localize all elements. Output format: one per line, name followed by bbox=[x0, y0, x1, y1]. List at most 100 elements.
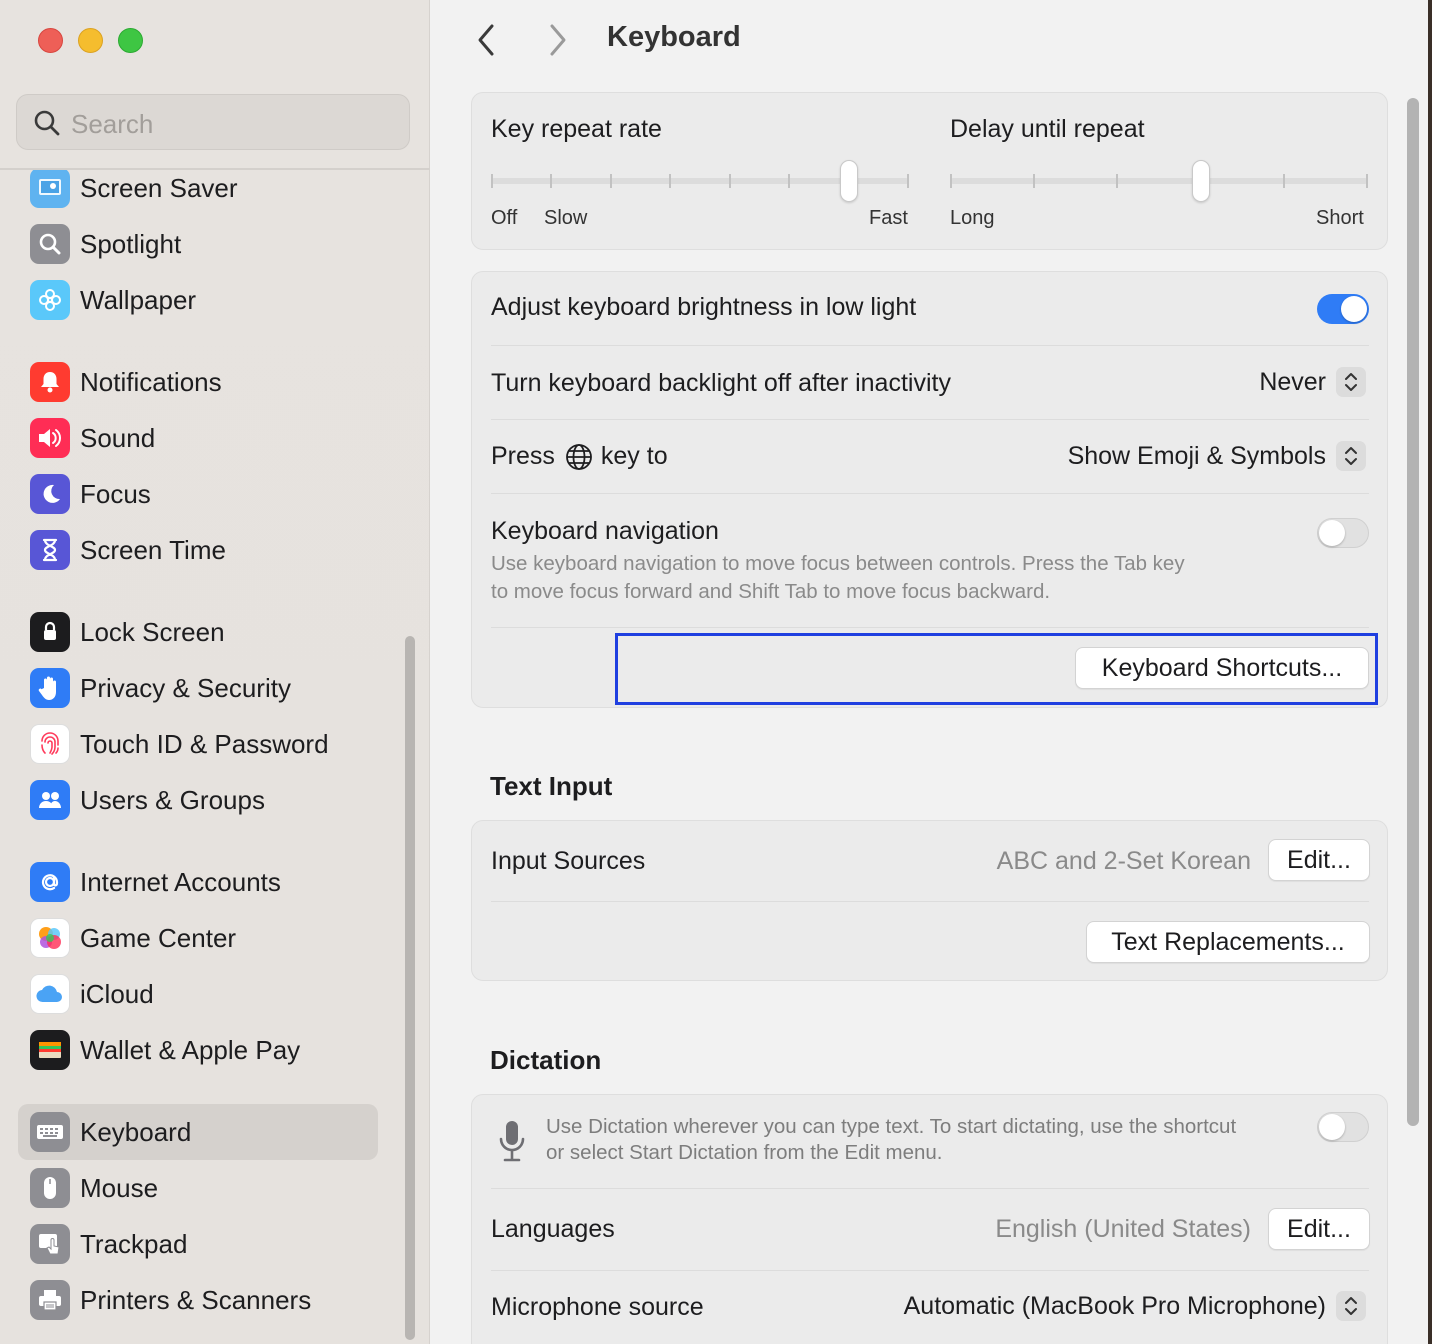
sidebar-item-screen-saver[interactable]: Screen Saver bbox=[18, 170, 378, 216]
up-down-chevron-icon bbox=[1336, 367, 1366, 397]
lock-screen-icon bbox=[30, 612, 70, 652]
game-center-icon bbox=[30, 918, 70, 958]
users-icon bbox=[30, 780, 70, 820]
key-repeat-group: Key repeat rate Off Slow Fast Delay unti… bbox=[471, 92, 1388, 250]
sidebar-item-notifications[interactable]: Notifications bbox=[18, 354, 378, 410]
main-scrollbar[interactable] bbox=[1407, 98, 1419, 1126]
sidebar-item-users-groups[interactable]: Users & Groups bbox=[18, 772, 378, 828]
delay-repeat-slider[interactable] bbox=[950, 160, 1368, 213]
key-repeat-tick bbox=[907, 174, 909, 188]
sidebar-item-spotlight[interactable]: Spotlight bbox=[18, 216, 378, 272]
screen-saver-icon bbox=[30, 170, 70, 208]
key-repeat-slow-label: Slow bbox=[544, 207, 588, 229]
languages-edit-button[interactable]: Edit... bbox=[1268, 1208, 1370, 1250]
microphone-source-popup[interactable]: Automatic (MacBook Pro Microphone) bbox=[904, 1291, 1366, 1321]
focus-icon bbox=[30, 474, 70, 514]
search-field[interactable]: Search bbox=[16, 94, 410, 150]
delay-repeat-tick bbox=[950, 174, 952, 188]
row-separator bbox=[491, 493, 1369, 494]
dictation-group: Use Dictation wherever you can type text… bbox=[471, 1094, 1388, 1344]
key-repeat-max-label: Fast bbox=[869, 207, 908, 229]
microphone-source-label: Microphone source bbox=[491, 1293, 704, 1321]
brightness-toggle[interactable] bbox=[1317, 294, 1369, 324]
screen-time-icon bbox=[30, 530, 70, 570]
key-repeat-label: Key repeat rate bbox=[491, 115, 662, 143]
sidebar-item-wallpaper[interactable]: Wallpaper bbox=[18, 272, 378, 328]
sidebar-item-keyboard[interactable]: Keyboard bbox=[18, 1104, 378, 1160]
sidebar-item-game-center[interactable]: Game Center bbox=[18, 910, 378, 966]
key-repeat-tick bbox=[669, 174, 672, 188]
sidebar-item-wallet[interactable]: Wallet & Apple Pay bbox=[18, 1022, 378, 1078]
key-repeat-tick bbox=[550, 174, 553, 188]
sound-icon bbox=[30, 418, 70, 458]
key-repeat-tick bbox=[609, 174, 612, 188]
input-sources-edit-button[interactable]: Edit... bbox=[1268, 839, 1370, 881]
row-separator bbox=[491, 419, 1369, 420]
input-sources-value: ABC and 2-Set Korean bbox=[996, 847, 1251, 875]
row-separator bbox=[491, 1270, 1369, 1271]
globe-key-popup[interactable]: Show Emoji & Symbols bbox=[1068, 441, 1366, 471]
delay-repeat-tick bbox=[1033, 174, 1036, 188]
delay-repeat-tick bbox=[1366, 174, 1368, 188]
sidebar-item-internet-accounts[interactable]: Internet Accounts bbox=[18, 854, 378, 910]
toggle-knob bbox=[1319, 1114, 1345, 1140]
delay-max-label: Short bbox=[1316, 207, 1364, 229]
sidebar-scrollbar[interactable] bbox=[405, 636, 415, 1340]
delay-repeat-tick bbox=[1116, 174, 1119, 188]
up-down-chevron-icon bbox=[1336, 1291, 1366, 1321]
key-repeat-min-label: Off bbox=[491, 207, 518, 229]
privacy-hand-icon bbox=[30, 668, 70, 708]
row-separator bbox=[491, 627, 1369, 628]
backlight-popup[interactable]: Never bbox=[1259, 367, 1366, 397]
delay-repeat-tick bbox=[1282, 174, 1285, 188]
row-separator bbox=[491, 1188, 1369, 1189]
back-button[interactable] bbox=[475, 22, 497, 63]
sidebar-item-trackpad[interactable]: Trackpad bbox=[18, 1216, 378, 1272]
delay-repeat-knob[interactable] bbox=[1191, 160, 1210, 202]
up-down-chevron-icon bbox=[1336, 441, 1366, 471]
keyboard-navigation-desc-2: to move focus forward and Shift Tab to m… bbox=[491, 580, 1051, 603]
dictation-toggle[interactable] bbox=[1317, 1112, 1369, 1142]
sidebar-item-icloud[interactable]: iCloud bbox=[18, 966, 378, 1022]
keyboard-navigation-toggle[interactable] bbox=[1317, 518, 1369, 548]
notifications-icon bbox=[30, 362, 70, 402]
row-separator bbox=[491, 901, 1369, 902]
delay-min-label: Long bbox=[950, 207, 995, 229]
text-replacements-button[interactable]: Text Replacements... bbox=[1086, 921, 1370, 963]
trackpad-icon bbox=[30, 1224, 70, 1264]
globe-key-value: Show Emoji & Symbols bbox=[1067, 441, 1326, 470]
page-title: Keyboard bbox=[607, 21, 741, 53]
search-icon bbox=[34, 110, 60, 136]
dictation-desc-1: Use Dictation wherever you can type text… bbox=[546, 1115, 1237, 1138]
mouse-icon bbox=[30, 1168, 70, 1208]
backlight-label: Turn keyboard backlight off after inacti… bbox=[491, 369, 951, 397]
microphone-source-value: Automatic (MacBook Pro Microphone) bbox=[903, 1291, 1326, 1320]
sidebar-nav: Screen Saver Spotlight Wallpaper Notific… bbox=[0, 170, 430, 1344]
sidebar-item-lock-screen[interactable]: Lock Screen bbox=[18, 604, 378, 660]
text-input-group: Input Sources ABC and 2-Set Korean Edit.… bbox=[471, 820, 1388, 981]
settings-window: Search Screen Saver Spotlight Wallpaper … bbox=[0, 0, 1428, 1344]
focus-highlight-box bbox=[615, 633, 1378, 705]
chevron-right-icon bbox=[550, 24, 566, 56]
forward-button[interactable] bbox=[547, 22, 569, 63]
key-repeat-knob[interactable] bbox=[839, 160, 858, 202]
minimize-window-button[interactable] bbox=[78, 28, 103, 53]
sidebar-item-printers-scanners[interactable]: Printers & Scanners bbox=[18, 1272, 378, 1328]
search-placeholder: Search bbox=[71, 109, 154, 139]
close-window-button[interactable] bbox=[38, 28, 63, 53]
sidebar-item-mouse[interactable]: Mouse bbox=[18, 1160, 378, 1216]
sidebar-item-screen-time[interactable]: Screen Time bbox=[18, 522, 378, 578]
press-prefix: Press bbox=[491, 442, 555, 470]
sidebar: Search Screen Saver Spotlight Wallpaper … bbox=[0, 0, 430, 1344]
sidebar-item-touch-id[interactable]: Touch ID & Password bbox=[18, 716, 378, 772]
key-repeat-slider[interactable] bbox=[491, 160, 909, 213]
keyboard-navigation-label: Keyboard navigation bbox=[491, 517, 719, 545]
sidebar-item-privacy-security[interactable]: Privacy & Security bbox=[18, 660, 378, 716]
key-repeat-tick bbox=[728, 174, 731, 188]
at-sign-icon bbox=[30, 862, 70, 902]
microphone-icon bbox=[499, 1121, 525, 1162]
row-separator bbox=[491, 345, 1369, 346]
zoom-window-button[interactable] bbox=[118, 28, 143, 53]
sidebar-item-sound[interactable]: Sound bbox=[18, 410, 378, 466]
sidebar-item-focus[interactable]: Focus bbox=[18, 466, 378, 522]
